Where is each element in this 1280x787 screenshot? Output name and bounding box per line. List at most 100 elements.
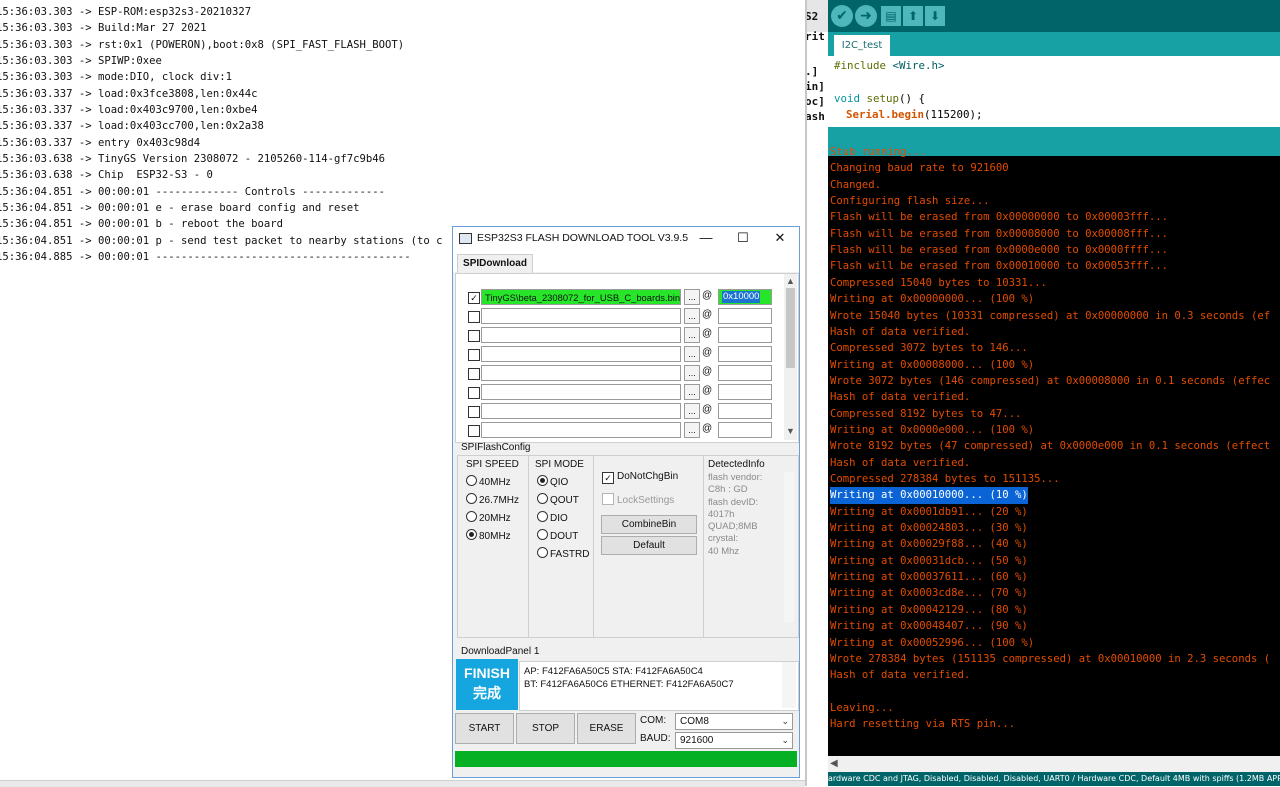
browse-file-button[interactable]: ...: [684, 308, 700, 324]
file-row-checkbox[interactable]: [468, 387, 480, 399]
save-sketch-icon[interactable]: ⬇: [925, 6, 945, 26]
do-not-chg-bin-checkbox[interactable]: ✓ DoNotChgBin: [602, 470, 678, 484]
do-not-chg-bin-box[interactable]: ✓: [602, 472, 614, 484]
browse-file-button[interactable]: ...: [684, 327, 700, 343]
maximize-icon[interactable]: ☐: [730, 229, 756, 247]
radio-dot[interactable]: [466, 475, 477, 486]
file-path-input[interactable]: [481, 384, 681, 400]
flash-address-input[interactable]: [718, 327, 772, 343]
detected-info-scrollbar[interactable]: [784, 472, 794, 622]
radio-dot[interactable]: [466, 511, 477, 522]
browse-file-button[interactable]: ...: [684, 289, 700, 305]
flash-address-input[interactable]: 0x10000: [718, 289, 772, 305]
file-row-checkbox[interactable]: [468, 368, 480, 380]
finish-status-badge: FINISH 完成: [456, 659, 518, 710]
file-path-input[interactable]: [481, 327, 681, 343]
console-line: Flash will be erased from 0x0000e000 to …: [830, 244, 1169, 257]
close-icon[interactable]: ✕: [767, 229, 793, 247]
scrollbar-thumb[interactable]: [786, 288, 795, 368]
file-row-checkbox[interactable]: [468, 330, 480, 342]
download-panel-label: DownloadPanel 1: [461, 646, 540, 657]
new-sketch-icon[interactable]: ▤: [881, 6, 901, 26]
flash-address-input[interactable]: [718, 422, 772, 438]
detected-info-line: crystal:: [708, 533, 739, 545]
stop-button[interactable]: STOP: [516, 713, 575, 744]
mac-address-box[interactable]: AP: F412FA6A50C5 STA: F412FA6A50C4 BT: F…: [519, 661, 799, 711]
file-path-input[interactable]: [481, 346, 681, 362]
spi-mode-title: SPI MODE: [535, 459, 584, 470]
finish-status-text: FINISH: [464, 665, 510, 681]
radio-dot[interactable]: [537, 475, 548, 486]
verify-icon[interactable]: ✔: [831, 5, 853, 27]
chevron-down-icon[interactable]: ⌄: [781, 714, 789, 729]
file-row: ... @: [456, 307, 786, 326]
scroll-up-icon[interactable]: ▲: [786, 276, 795, 286]
detected-info-group: DetectedInfo flash vendor: C8h : GD flash …: [703, 455, 799, 638]
file-row: ... @: [456, 402, 786, 421]
start-button[interactable]: START: [455, 713, 514, 744]
default-button[interactable]: Default: [601, 536, 697, 555]
erase-button[interactable]: ERASE: [577, 713, 636, 744]
file-path-input[interactable]: [481, 365, 681, 381]
ide-toolbar: ✔ ➜ ▤ ⬆ ⬇: [828, 0, 1280, 32]
file-path-input[interactable]: TinyGS\beta_2308072_for_USB_C_boards.bin: [481, 289, 681, 305]
browse-file-button[interactable]: ...: [684, 384, 700, 400]
radio-dot[interactable]: [537, 511, 548, 522]
open-sketch-icon[interactable]: ⬆: [903, 6, 923, 26]
file-row-checkbox[interactable]: [468, 311, 480, 323]
tool-title-bar[interactable]: ESP32S3 FLASH DOWNLOAD TOOL V3.9.5 — ☐ ✕: [453, 227, 799, 250]
com-port-select[interactable]: COM8 ⌄: [675, 713, 793, 730]
mac-box-scrollbar[interactable]: [782, 662, 796, 708]
serial-output[interactable]: 15:36:03.303 -> ESP-ROM:esp32s3-20210327…: [0, 4, 442, 266]
flash-address-input[interactable]: [718, 403, 772, 419]
arduino-ide-window: ✔ ➜ ▤ ⬆ ⬇ I2C_test #include <Wire.h> voi…: [828, 0, 1280, 786]
file-path-input[interactable]: [481, 422, 681, 438]
browse-file-button[interactable]: ...: [684, 403, 700, 419]
file-row-checkbox[interactable]: ✓: [468, 292, 480, 304]
lock-settings-box[interactable]: [602, 493, 614, 505]
radio-dot[interactable]: [466, 529, 477, 540]
console-horizontal-scrollbar[interactable]: ◀: [828, 756, 1280, 772]
file-row-checkbox[interactable]: [468, 406, 480, 418]
radio-dot[interactable]: [537, 493, 548, 504]
file-path-input[interactable]: [481, 403, 681, 419]
console-line: Writing at 0x00048407... (90 %): [830, 620, 1028, 633]
file-row: ... @: [456, 421, 786, 440]
file-row: ... @: [456, 364, 786, 383]
file-row-checkbox[interactable]: [468, 349, 480, 361]
tab-spidownload[interactable]: SPIDownload: [457, 254, 533, 273]
lock-settings-checkbox[interactable]: LockSettings: [602, 493, 674, 508]
radio-dot[interactable]: [537, 529, 548, 540]
include-file: <Wire.h>: [892, 59, 945, 72]
chevron-down-icon[interactable]: ⌄: [781, 733, 789, 748]
build-console[interactable]: Stub running... Changing baud rate to 921…: [828, 146, 1280, 756]
radio-dot[interactable]: [466, 493, 477, 504]
board-settings-footer: ardware CDC and JTAG, Disabled, Disabled…: [828, 772, 1280, 786]
tab-i2c-test[interactable]: I2C_test: [834, 35, 890, 56]
scroll-down-icon[interactable]: ▼: [786, 426, 795, 436]
flash-address-input[interactable]: [718, 384, 772, 400]
background-window-text: in]: [807, 80, 825, 93]
options-group: ✓ DoNotChgBin LockSettings CombineBin Def…: [593, 455, 704, 638]
file-path-input[interactable]: [481, 308, 681, 324]
flash-address-input[interactable]: [718, 346, 772, 362]
flash-address-input[interactable]: [718, 308, 772, 324]
file-row-checkbox[interactable]: [468, 425, 480, 437]
detected-info-text: flash vendor: C8h : GD flash devID: 4017h QU…: [708, 472, 794, 622]
console-line: Wrote 278384 bytes (151135 compressed) a…: [830, 652, 1271, 665]
scroll-left-icon[interactable]: ◀: [830, 758, 838, 769]
flash-address-input[interactable]: [718, 365, 772, 381]
combine-bin-button[interactable]: CombineBin: [601, 515, 697, 534]
spi-mode-option-label: FASTRD: [550, 549, 590, 560]
upload-icon[interactable]: ➜: [855, 5, 877, 27]
baud-rate-select[interactable]: 921600 ⌄: [675, 732, 793, 749]
browse-file-button[interactable]: ...: [684, 422, 700, 438]
browse-file-button[interactable]: ...: [684, 365, 700, 381]
at-symbol: @: [702, 385, 713, 396]
minimize-icon[interactable]: —: [693, 229, 719, 247]
console-line: Flash will be erased from 0x00010000 to …: [830, 260, 1169, 273]
browse-file-button[interactable]: ...: [684, 346, 700, 362]
code-editor[interactable]: #include <Wire.h> void setup() { Serial.…: [828, 56, 1280, 127]
serial-line: 15:36:03.337 -> load:0x3fce3808,len:0x44…: [0, 87, 258, 100]
radio-dot[interactable]: [537, 547, 548, 558]
